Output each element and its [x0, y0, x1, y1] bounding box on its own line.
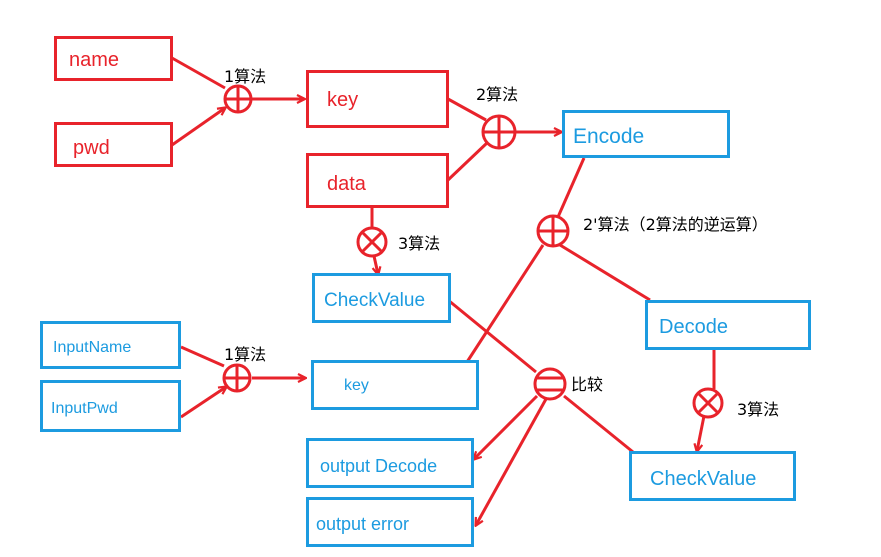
edge-oplus3-to-decode — [559, 243, 651, 302]
algo3-left-label: 3算法 — [398, 234, 441, 253]
edge-compare-to-output-error — [476, 398, 548, 525]
edge-compare-to-output-decode — [474, 394, 539, 459]
edge-inputpwd-to-oplus4 — [180, 387, 226, 419]
edge-data-to-oplus2 — [446, 140, 490, 182]
key-top-label: key — [327, 89, 359, 111]
oplus-1-symbol — [223, 84, 253, 114]
inputname-box: InputName — [40, 321, 181, 369]
data-label: data — [327, 173, 366, 195]
checkvalue-right-label: CheckValue — [650, 468, 757, 490]
name-label: name — [69, 49, 120, 71]
edge-compare-to-checkvalue-right — [563, 394, 634, 454]
edge-otimes2-to-checkvalue-right — [697, 415, 706, 451]
encode-label: Encode — [573, 125, 645, 148]
edge-otimes1-to-checkvalue — [374, 255, 378, 274]
inputpwd-label: InputPwd — [51, 400, 118, 417]
edge-oplus3-to-key-bottom — [465, 244, 545, 363]
otimes-2-symbol — [692, 387, 724, 419]
encode-box: Encode — [562, 110, 730, 158]
oplus-3-symbol — [536, 214, 570, 248]
checkvalue-left-label: CheckValue — [324, 290, 426, 311]
inputname-label: InputName — [53, 339, 132, 356]
decode-box: Decode — [645, 300, 811, 350]
data-box: data — [306, 153, 449, 208]
pwd-box: pwd — [54, 122, 173, 167]
oplus-4-symbol — [222, 363, 252, 393]
key-bottom-box: key — [311, 360, 479, 410]
compare-symbol — [533, 367, 567, 401]
oplus-2-symbol — [481, 114, 517, 150]
algo1-top-label: 1算法 — [224, 67, 267, 86]
inputpwd-box: InputPwd — [40, 380, 181, 432]
edge-encode-to-oplus3 — [556, 157, 586, 218]
output-error-label: output error — [316, 514, 410, 534]
algo2-label: 2算法 — [476, 85, 519, 104]
algo2-inverse-label: 2'算法（2算法的逆运算） — [583, 215, 768, 234]
decode-label: Decode — [659, 316, 728, 338]
compare-label: 比较 — [571, 375, 604, 394]
key-bottom-label: key — [344, 377, 369, 394]
output-error-box: output error — [306, 497, 474, 547]
checkvalue-right-box: CheckValue — [629, 451, 796, 501]
key-top-box: key — [306, 70, 449, 128]
edge-inputname-to-oplus4 — [180, 345, 225, 368]
pwd-label: pwd — [73, 137, 110, 159]
output-decode-box: output Decode — [306, 438, 474, 488]
checkvalue-left-box: CheckValue — [312, 273, 451, 323]
edge-name-to-oplus1 — [171, 56, 226, 90]
algo1-bottom-label: 1算法 — [224, 345, 267, 364]
algo3-right-label: 3算法 — [737, 400, 780, 419]
name-box: name — [54, 36, 173, 81]
otimes-1-symbol — [356, 226, 388, 258]
output-decode-label: output Decode — [320, 456, 438, 476]
edge-pwd-to-oplus1 — [171, 108, 225, 147]
